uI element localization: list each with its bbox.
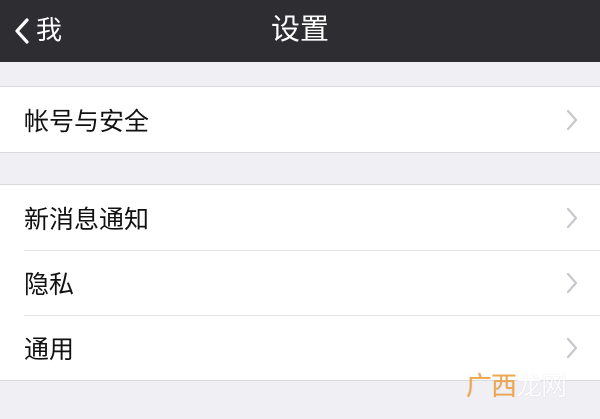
watermark-text-part2: 龙网: [515, 372, 567, 402]
settings-item-account-security[interactable]: 帐号与安全: [0, 87, 600, 152]
settings-group-general: 新消息通知 隐私 通用: [0, 184, 600, 381]
chevron-right-icon: [566, 337, 578, 359]
chevron-right-icon: [566, 109, 578, 131]
chevron-right-icon: [566, 272, 578, 294]
settings-item-notifications[interactable]: 新消息通知: [0, 185, 600, 250]
watermark: 广西龙网: [465, 372, 567, 402]
settings-item-privacy[interactable]: 隐私: [0, 250, 600, 315]
settings-item-label: 隐私: [24, 269, 75, 299]
settings-item-label: 新消息通知: [24, 204, 150, 234]
navigation-bar: 我 设置: [0, 0, 600, 62]
settings-item-general[interactable]: 通用: [0, 315, 600, 380]
settings-group-account: 帐号与安全: [0, 86, 600, 153]
settings-item-label: 帐号与安全: [24, 106, 150, 136]
settings-item-label: 通用: [24, 334, 75, 364]
page-title: 设置: [270, 12, 329, 46]
chevron-right-icon: [566, 207, 578, 229]
watermark-text-part1: 广西: [465, 372, 517, 402]
